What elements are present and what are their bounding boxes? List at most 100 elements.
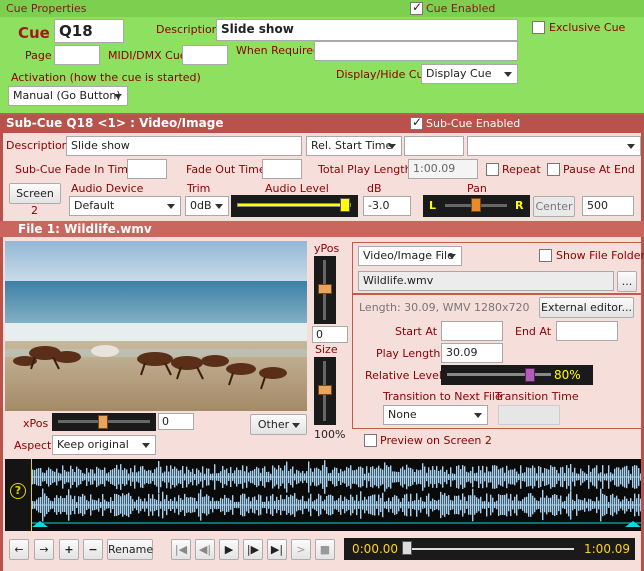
- aspect-select[interactable]: Keep original: [52, 435, 156, 455]
- waveform-bar: [436, 466, 438, 488]
- ypos-slider[interactable]: [314, 256, 336, 324]
- waveform-bar: [302, 470, 304, 484]
- ypos-input[interactable]: 0: [312, 326, 348, 343]
- waveform-bar: [352, 470, 354, 484]
- show-file-folders-checkbox[interactable]: [539, 249, 552, 262]
- other-button[interactable]: Other: [250, 414, 307, 435]
- external-editor-button[interactable]: External editor...: [539, 297, 634, 318]
- add-sub-button[interactable]: +: [59, 539, 79, 560]
- next-sub-button[interactable]: →: [34, 539, 54, 560]
- audio-level-slider[interactable]: [231, 195, 358, 217]
- fade-out-button[interactable]: >: [291, 539, 311, 560]
- waveform-bar: [260, 472, 262, 482]
- fade-in-input[interactable]: [127, 159, 167, 179]
- waveform-bar: [34, 501, 36, 509]
- filename-field[interactable]: Wildlife.wmv: [358, 271, 614, 291]
- waveform-bar: [636, 465, 638, 489]
- waveform-bar: [284, 465, 286, 489]
- trim-select[interactable]: 0dB: [185, 196, 229, 216]
- subcue-description-label: Description: [6, 139, 69, 152]
- audio-level-thumb[interactable]: [340, 198, 351, 212]
- transition-select[interactable]: None: [383, 405, 488, 425]
- waveform-bar: [356, 469, 358, 485]
- waveform-bar: [206, 468, 208, 486]
- db-input[interactable]: -3.0: [363, 196, 411, 216]
- waveform-bar: [404, 494, 406, 516]
- xpos-input[interactable]: 0: [158, 413, 194, 430]
- remove-sub-button[interactable]: −: [83, 539, 103, 560]
- waveform-display[interactable]: ?: [5, 459, 641, 531]
- cue-number-input[interactable]: Q18: [54, 19, 124, 43]
- xpos-label: xPos: [23, 417, 49, 430]
- when-required-input[interactable]: [314, 41, 518, 61]
- repeat-checkbox[interactable]: [486, 163, 499, 176]
- waveform-bar: [534, 467, 536, 487]
- fade-out-input[interactable]: [262, 159, 302, 179]
- waveform-bar: [360, 466, 362, 488]
- waveform-bar: [340, 495, 342, 515]
- display-hide-select[interactable]: Display Cue: [421, 64, 518, 84]
- page-input[interactable]: [54, 45, 100, 65]
- waveform-bar: [538, 466, 540, 488]
- waveform-bar: [482, 465, 484, 489]
- cue-description-input[interactable]: Slide show: [216, 19, 518, 41]
- xpos-thumb[interactable]: [98, 415, 108, 429]
- waveform-bar: [410, 467, 412, 487]
- end-at-input[interactable]: [556, 321, 618, 341]
- step-forward-button[interactable]: |▶: [243, 539, 263, 560]
- waveform-bar: [528, 493, 530, 517]
- pan-thumb[interactable]: [471, 198, 481, 212]
- screen-button[interactable]: Screen: [9, 183, 61, 204]
- waveform-bar: [74, 495, 76, 515]
- preview-on-screen-checkbox[interactable]: [364, 434, 377, 447]
- subcue-description-input[interactable]: Slide show: [66, 136, 302, 156]
- ypos-thumb[interactable]: [318, 284, 332, 294]
- help-icon[interactable]: ?: [10, 483, 26, 499]
- waveform-bar: [220, 471, 222, 483]
- play-button[interactable]: ▶: [219, 539, 239, 560]
- exclusive-cue-checkbox[interactable]: [532, 21, 545, 34]
- start-time-input[interactable]: [404, 136, 464, 156]
- position-bar[interactable]: 0:00.00 1:00.09: [344, 538, 635, 560]
- cue-enabled-checkbox[interactable]: [410, 0, 423, 15]
- relative-level-thumb[interactable]: [525, 368, 536, 382]
- waveform-bar: [312, 471, 314, 483]
- rewind-button[interactable]: ◀|: [195, 539, 215, 560]
- waveform-bar: [454, 473, 456, 481]
- waveform-bar: [626, 465, 628, 489]
- rename-button[interactable]: Rename: [107, 539, 153, 560]
- waveform-bar: [618, 467, 620, 487]
- waveform-bar: [632, 501, 634, 509]
- pan-slider[interactable]: L R: [423, 195, 530, 217]
- audio-device-select[interactable]: Default: [69, 196, 181, 216]
- browse-button[interactable]: ...: [617, 271, 637, 292]
- center-button[interactable]: Center: [533, 196, 575, 217]
- transition-time-input[interactable]: [498, 405, 560, 425]
- extra-select[interactable]: [467, 136, 641, 156]
- activation-select[interactable]: Manual (Go Button): [8, 86, 128, 106]
- pause-at-end-checkbox[interactable]: [547, 163, 560, 176]
- prev-sub-button[interactable]: ←: [9, 539, 29, 560]
- play-length-input[interactable]: 30.09: [441, 343, 503, 363]
- pan-value-input[interactable]: 500: [582, 196, 634, 216]
- waveform-bar: [80, 469, 82, 485]
- waveform-bar: [622, 467, 624, 487]
- waveform-bar: [148, 469, 150, 485]
- file-type-select[interactable]: Video/Image File: [358, 246, 462, 266]
- stop-button[interactable]: ■: [315, 539, 335, 560]
- relative-level-slider[interactable]: 80%: [441, 365, 593, 385]
- midi-dmx-input[interactable]: [182, 45, 228, 65]
- waveform-bar: [420, 469, 422, 485]
- waveform-bar: [420, 497, 422, 513]
- go-to-start-button[interactable]: |◀: [171, 539, 191, 560]
- size-thumb[interactable]: [318, 385, 332, 395]
- xpos-slider[interactable]: [52, 413, 156, 431]
- waveform-bar: [480, 470, 482, 484]
- waveform-bar: [532, 465, 534, 489]
- size-slider[interactable]: [314, 357, 336, 425]
- start-mode-select[interactable]: Rel. Start Time: [306, 136, 402, 156]
- go-to-end-button[interactable]: ▶|: [267, 539, 287, 560]
- subcue-enabled-checkbox[interactable]: [410, 115, 423, 130]
- start-at-input[interactable]: [441, 321, 503, 341]
- position-thumb[interactable]: [402, 541, 412, 555]
